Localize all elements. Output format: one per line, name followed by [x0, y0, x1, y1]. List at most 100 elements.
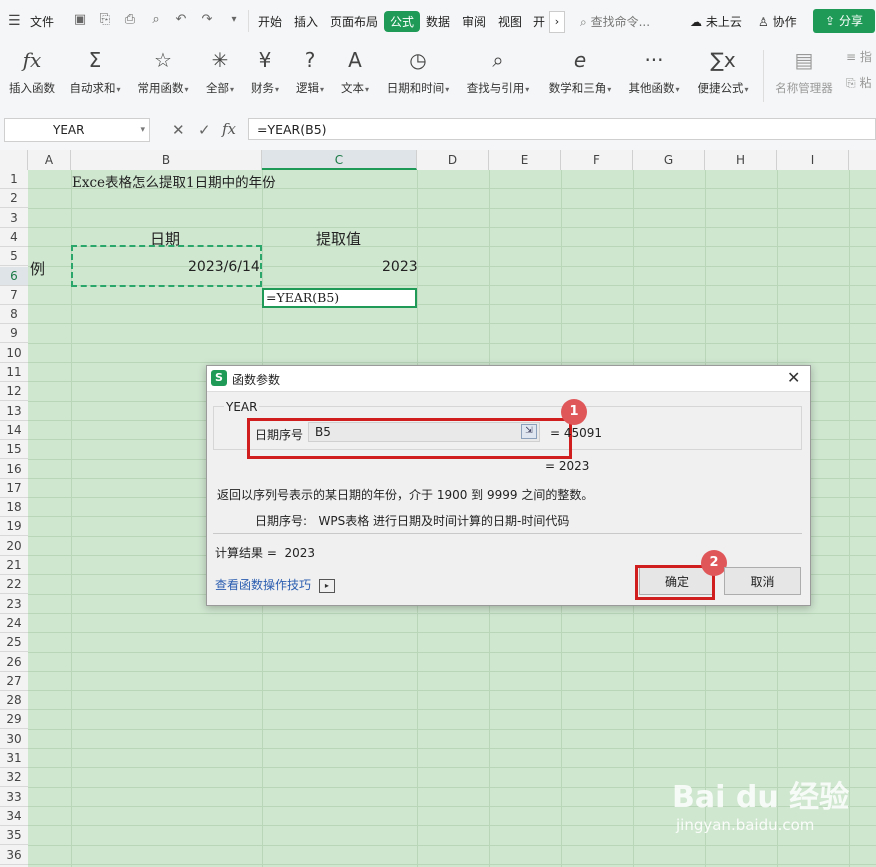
row-header-26[interactable]: 26 [0, 653, 28, 672]
undo-icon[interactable]: ↶ [173, 12, 189, 28]
row-header-25[interactable]: 25 [0, 633, 28, 653]
row-header-11[interactable]: 11 [0, 363, 28, 382]
name-box[interactable]: YEAR ▾ [4, 118, 150, 142]
cell-a5[interactable]: 例 [30, 258, 45, 279]
column-header-g[interactable]: G [633, 150, 705, 170]
column-header-d[interactable]: D [417, 150, 489, 170]
argument-help: 日期序号: WPS表格 进行日期及时间计算的日期-时间代码 [255, 514, 570, 528]
tab-start[interactable]: 开始 [258, 13, 282, 30]
save-icon[interactable]: ▣ [72, 12, 88, 28]
redo-icon[interactable]: ↷ [199, 12, 215, 28]
row-header-14[interactable]: 14 [0, 421, 28, 440]
row-header-30[interactable]: 30 [0, 730, 28, 749]
row-header-34[interactable]: 34 [0, 807, 28, 826]
row-header-16[interactable]: 16 [0, 460, 28, 479]
row-header-21[interactable]: 21 [0, 556, 28, 575]
cell-c5[interactable]: 2023 [382, 259, 418, 275]
select-all-corner[interactable] [0, 150, 28, 170]
print-icon[interactable]: ⎙ [122, 12, 138, 28]
column-header-a[interactable]: A [28, 150, 71, 170]
tab-page-layout[interactable]: 页面布局 [330, 13, 378, 30]
close-icon[interactable]: ✕ [787, 368, 800, 387]
quick-access-dropdown-icon[interactable]: ▾ [226, 12, 242, 28]
lookup-reference-button[interactable]: ⌕ 查找与引用▾ [463, 46, 533, 96]
formula-input[interactable]: =YEAR(B5) [248, 118, 876, 140]
column-header-i[interactable]: I [777, 150, 849, 170]
paste-button[interactable]: ⎘ 粘 [846, 74, 871, 91]
row-header-6[interactable]: 6 [0, 266, 28, 286]
row-header-32[interactable]: 32 [0, 768, 28, 788]
row-header-17[interactable]: 17 [0, 479, 28, 498]
active-cell-c6[interactable]: =YEAR(B5) [262, 288, 417, 308]
column-header-f[interactable]: F [561, 150, 633, 170]
row-header-33[interactable]: 33 [0, 788, 28, 807]
name-manager-button[interactable]: ▤ 名称管理器 [772, 46, 836, 96]
row-header-29[interactable]: 29 [0, 710, 28, 730]
row-header-3[interactable]: 3 [0, 209, 28, 228]
file-menu[interactable]: 文件 [30, 13, 54, 30]
insert-function-button[interactable]: fx 插入函数 [6, 46, 58, 96]
column-header-e[interactable]: E [489, 150, 561, 170]
tab-review[interactable]: 审阅 [462, 13, 486, 30]
template-icon[interactable]: ⎘ [97, 12, 113, 28]
help-link[interactable]: 查看函数操作技巧 ▸ [215, 576, 335, 593]
tab-developer[interactable]: 开 [533, 13, 545, 30]
tab-data[interactable]: 数据 [426, 13, 450, 30]
row-header-20[interactable]: 20 [0, 537, 28, 556]
hamburger-icon[interactable]: ☰ [8, 13, 21, 29]
chevron-down-icon[interactable]: ▾ [140, 119, 145, 141]
math-trig-button[interactable]: e 数学和三角▾ [545, 46, 615, 96]
tab-insert[interactable]: 插入 [294, 13, 318, 30]
row-header-28[interactable]: 28 [0, 691, 28, 711]
share-button[interactable]: ⇪ 分享 [813, 9, 875, 33]
row-header-36[interactable]: 36 [0, 846, 28, 865]
row-header-27[interactable]: 27 [0, 672, 28, 691]
grid-row-line [28, 690, 876, 692]
specify-button[interactable]: ≡ 指 [846, 48, 872, 65]
row-header-24[interactable]: 24 [0, 614, 28, 633]
fx-button[interactable]: fx [222, 120, 236, 138]
row-header-10[interactable]: 10 [0, 344, 28, 363]
row-header-1[interactable]: 1 [0, 170, 28, 189]
print-preview-icon[interactable]: ⌕ [148, 12, 164, 28]
text-functions-button[interactable]: A 文本▾ [337, 46, 373, 96]
row-header-22[interactable]: 22 [0, 575, 28, 595]
column-header-b[interactable]: B [71, 150, 262, 170]
quick-formula-button[interactable]: ∑x 便捷公式▾ [694, 46, 752, 96]
row-header-31[interactable]: 31 [0, 749, 28, 768]
search-command[interactable]: ⌕ 查找命令... [580, 13, 650, 30]
row-header-19[interactable]: 19 [0, 517, 28, 537]
confirm-edit-icon[interactable]: ✓ [198, 121, 211, 139]
row-header-7[interactable]: 7 [0, 286, 28, 305]
cell-c4[interactable]: 提取值 [316, 228, 361, 249]
all-functions-button[interactable]: ✳ 全部▾ [202, 46, 238, 96]
column-header-c[interactable]: C [262, 150, 417, 170]
financial-button[interactable]: ¥ 财务▾ [247, 46, 283, 96]
row-header-35[interactable]: 35 [0, 826, 28, 846]
row-header-15[interactable]: 15 [0, 440, 28, 460]
autosum-button[interactable]: Σ 自动求和▾ [66, 46, 124, 96]
function-description: 返回以序列号表示的某日期的年份，介于 1900 到 9999 之间的整数。 [217, 488, 594, 502]
row-header-18[interactable]: 18 [0, 498, 28, 518]
date-time-button[interactable]: ◷ 日期和时间▾ [383, 46, 453, 96]
collaborate-button[interactable]: ♙ 协作 [758, 13, 797, 30]
row-header-4[interactable]: 4 [0, 228, 28, 247]
tab-view[interactable]: 视图 [498, 13, 522, 30]
other-functions-button[interactable]: ··· 其他函数▾ [625, 46, 683, 96]
common-functions-button[interactable]: ☆ 常用函数▾ [134, 46, 192, 96]
row-header-13[interactable]: 13 [0, 402, 28, 421]
cancel-edit-icon[interactable]: ✕ [172, 121, 185, 139]
cancel-button[interactable]: 取消 [724, 567, 801, 595]
row-header-8[interactable]: 8 [0, 305, 28, 325]
cloud-status[interactable]: ☁ 未上云 [690, 13, 742, 30]
logical-button[interactable]: ? 逻辑▾ [292, 46, 328, 96]
cell-b1[interactable]: Exce表格怎么提取1日期中的年份 [72, 171, 276, 191]
row-header-9[interactable]: 9 [0, 324, 28, 344]
column-header-h[interactable]: H [705, 150, 777, 170]
row-header-5[interactable]: 5 [0, 247, 28, 267]
row-header-2[interactable]: 2 [0, 189, 28, 209]
tabs-scroll-button[interactable]: › [549, 11, 565, 33]
row-header-12[interactable]: 12 [0, 382, 28, 402]
row-header-23[interactable]: 23 [0, 595, 28, 614]
tab-formula[interactable]: 公式 [384, 11, 421, 32]
